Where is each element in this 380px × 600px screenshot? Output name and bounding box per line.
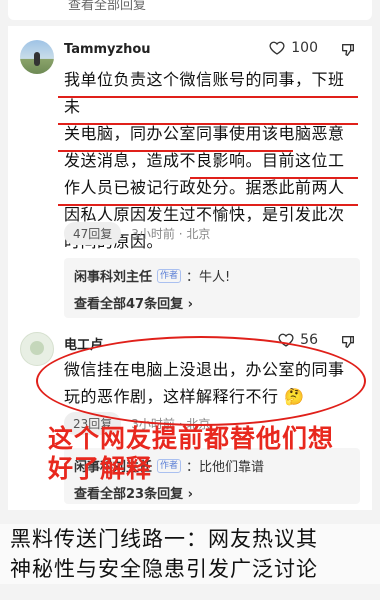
view-all-replies[interactable]: 查看全部47条回复 › bbox=[74, 293, 350, 312]
avatar[interactable] bbox=[20, 40, 54, 74]
time-location: 3小时前 · 北京 bbox=[131, 227, 211, 241]
view-all-replies[interactable]: 查看全部23条回复 › bbox=[74, 483, 350, 502]
reply-count-button[interactable]: 47回复 bbox=[64, 222, 122, 245]
comment-card: Tammyzhou 100 我单位负责这个微信账号的同事，下班未 关电脑，同办公… bbox=[8, 26, 372, 326]
thinking-face-emoji: 🤔 bbox=[284, 387, 305, 406]
reply-row: 闲事科刘主任 作者 ：牛人! bbox=[74, 266, 350, 285]
comment-author[interactable]: Tammyzhou bbox=[64, 42, 151, 57]
reply-author[interactable]: 闲事科刘主任 bbox=[74, 266, 152, 285]
comment-line: 作人员已被记行政处分。据悉此前两人 bbox=[64, 178, 345, 197]
reply-preview[interactable]: 闲事科刘主任 作者 ：牛人! 查看全部47条回复 › bbox=[64, 258, 360, 318]
comment-meta: 47回复 3小时前 · 北京 bbox=[64, 222, 210, 245]
heart-icon bbox=[278, 333, 294, 347]
like-button[interactable]: 56 bbox=[278, 332, 318, 348]
annotation-text: 这个网友提前都替他们想 好了解释 bbox=[48, 424, 335, 483]
like-button[interactable]: 100 bbox=[269, 40, 318, 56]
comment-line: 发送消息，造成不良影响。目前这位工 bbox=[64, 151, 345, 170]
thumbs-down-icon[interactable] bbox=[340, 42, 356, 58]
previous-comment-stub: 查看全部回复 bbox=[8, 0, 372, 20]
headline-caption: 黑料传送门线路一：网友热议其 神秘性与安全隐患引发广泛讨论 bbox=[0, 524, 380, 584]
comment-line: 关电脑，同办公室同事使用该电脑恶意 bbox=[64, 124, 345, 143]
view-all-replies-cut[interactable]: 查看全部回复 bbox=[68, 0, 146, 13]
comment-author[interactable]: 电工卢 bbox=[64, 334, 103, 353]
like-count: 56 bbox=[300, 332, 318, 348]
reply-text: ：牛人! bbox=[186, 270, 231, 285]
comment-line: 玩的恶作剧，这样解释行不行 🤔 bbox=[64, 387, 305, 406]
author-tag: 作者 bbox=[157, 268, 182, 283]
comment-line: 微信挂在电脑上没退出，办公室的同事 bbox=[64, 360, 345, 379]
heart-icon bbox=[269, 41, 285, 55]
avatar[interactable] bbox=[20, 332, 54, 366]
comment-line: 我单位负责这个微信账号的同事，下班未 bbox=[64, 70, 345, 116]
comment-body: 微信挂在电脑上没退出，办公室的同事 玩的恶作剧，这样解释行不行 🤔 bbox=[64, 356, 360, 410]
thumbs-down-icon[interactable] bbox=[340, 334, 356, 350]
like-count: 100 bbox=[291, 40, 318, 56]
